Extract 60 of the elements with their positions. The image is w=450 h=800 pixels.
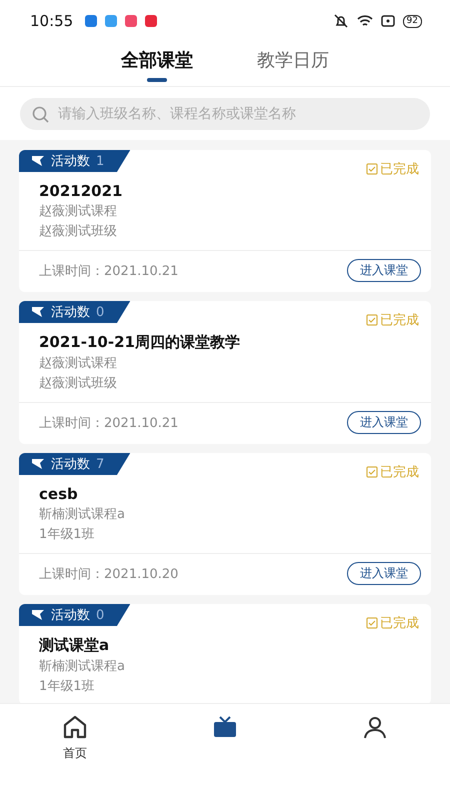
course-name: 赵薇测试课程 <box>39 203 118 220</box>
class-card[interactable]: 活动数 0 已完成 2021-10-21周四的课堂教学 赵薇测试课程 赵薇测试班级 上课时间：2021.10.21 进入课堂 <box>19 301 431 444</box>
app-icon <box>125 15 138 27</box>
course-name: 靳楠测试课程a <box>39 506 126 523</box>
check-icon <box>366 163 378 175</box>
enter-button[interactable]: 进入课堂 <box>347 411 421 434</box>
course-name: 赵薇测试课程 <box>39 355 118 372</box>
course-name: 靳楠测试课程a <box>39 658 126 675</box>
status-label: 已完成 <box>380 161 419 178</box>
activity-label: 活动数 <box>51 607 90 624</box>
class-time: 上课时间：2021.10.21 <box>39 414 178 432</box>
class-card[interactable]: 活动数 1 已完成 20212021 赵薇测试课程 赵薇测试班级 上课时间：2021.10.21 进入课堂 <box>19 150 431 292</box>
app-icon <box>85 15 98 27</box>
activity-count: 1 <box>96 154 104 168</box>
tab[interactable]: 教学日历 <box>257 42 329 72</box>
battery-level: 92 <box>402 14 422 28</box>
class-time: 上课时间：2021.10.20 <box>39 566 178 582</box>
classroom-icon <box>212 715 238 739</box>
flag-icon <box>31 306 45 318</box>
activity-count: 0 <box>96 608 104 622</box>
app-icon <box>145 15 158 27</box>
person-icon <box>362 715 388 739</box>
status-label: 已完成 <box>380 464 419 481</box>
activity-count: 7 <box>96 456 104 472</box>
status-label: 已完成 <box>380 615 419 632</box>
class-name: 赵薇测试班级 <box>39 375 118 392</box>
class-title: 2021-10-21周四的课堂教学 <box>39 333 241 352</box>
class-title: cesb <box>39 485 79 503</box>
mute-icon <box>332 14 349 28</box>
class-card[interactable]: 活动数 0 已完成 测试课堂a 靳楠测试课程a 1年级1班 <box>19 604 431 703</box>
activity-label: 活动数 <box>51 153 90 170</box>
search-field[interactable]: 请输入班级名称、课程名称或课堂名称 <box>20 98 430 130</box>
wifi-icon <box>356 14 373 28</box>
check-icon <box>366 466 378 478</box>
class-title: 20212021 <box>39 182 124 200</box>
enter-button[interactable]: 进入课堂 <box>347 562 421 585</box>
screen-icon <box>380 14 395 28</box>
flag-icon <box>31 609 45 621</box>
app-icon <box>105 15 118 27</box>
check-icon <box>366 314 378 326</box>
class-name: 赵薇测试班级 <box>39 223 118 240</box>
class-name: 1年级1班 <box>39 526 96 543</box>
flag-icon <box>31 458 45 470</box>
activity-label: 活动数 <box>51 304 90 321</box>
activity-count: 0 <box>96 304 104 320</box>
home-icon <box>62 715 88 739</box>
tab-indicator <box>147 78 167 82</box>
search-icon <box>32 106 49 123</box>
activity-label: 活动数 <box>51 456 90 473</box>
flag-icon <box>31 155 45 167</box>
tab[interactable]: 全部课堂 <box>121 42 193 72</box>
check-icon <box>366 617 378 629</box>
status-time: 10:55 <box>30 12 74 30</box>
class-title: 测试课堂a <box>39 636 110 655</box>
class-name: 1年级1班 <box>39 678 96 695</box>
class-time: 上课时间：2021.10.21 <box>39 262 178 280</box>
nav-item[interactable]: 首页 <box>56 714 94 763</box>
status-label: 已完成 <box>380 312 419 329</box>
class-card[interactable]: 活动数 7 已完成 cesb 靳楠测试课程a 1年级1班 上课时间：2021.10.20 进入课堂 <box>19 453 431 595</box>
enter-button[interactable]: 进入课堂 <box>347 259 421 282</box>
